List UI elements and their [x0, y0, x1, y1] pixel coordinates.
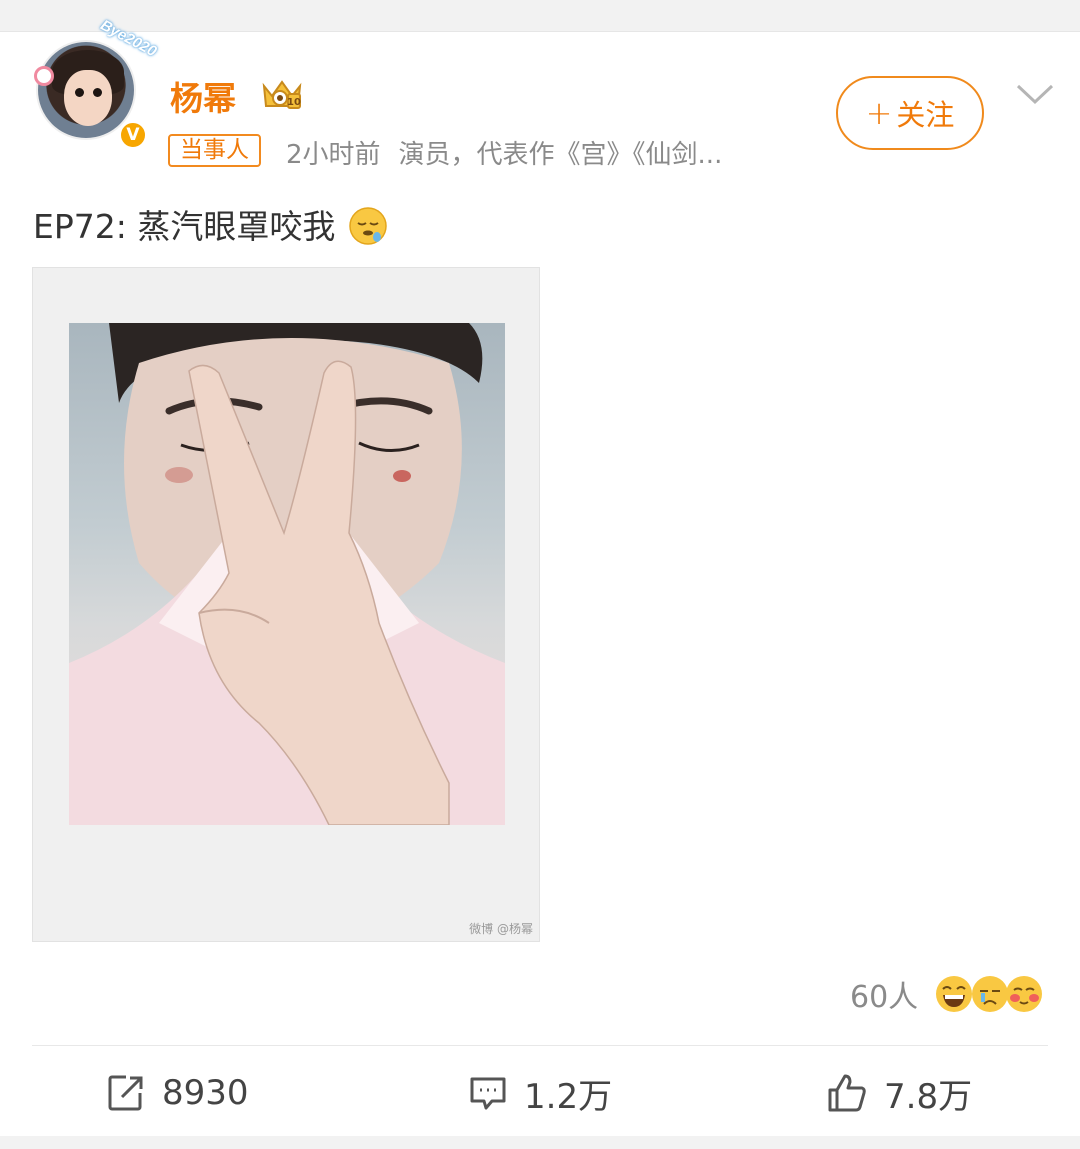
follow-label: 关注 [896, 98, 955, 132]
comment-button[interactable]: 1.2万 [468, 1070, 613, 1117]
post-content: EP72: 蒸汽眼罩咬我 [33, 200, 388, 248]
drool-emoji-icon [349, 207, 387, 245]
comment-icon [470, 1077, 506, 1110]
post-meta: 2小时前 演员，代表作《宫》《仙剑... [286, 134, 722, 171]
blush-emoji-icon [1006, 976, 1043, 1012]
polaroid-photo [69, 323, 505, 825]
post-image[interactable]: 微博 @杨幂 [32, 267, 540, 942]
follow-button[interactable]: + 关注 [836, 76, 984, 150]
photo-illustration [69, 323, 505, 825]
role-tag: 当事人 [168, 134, 261, 167]
chevron-down-icon[interactable] [1014, 80, 1056, 108]
comment-count: 1.2万 [524, 1076, 613, 1117]
reaction-emojis [934, 972, 1044, 1016]
like-count: 7.8万 [884, 1076, 973, 1117]
repost-button[interactable]: 8930 [106, 1070, 249, 1116]
repost-icon [108, 1075, 143, 1111]
post-time: 2小时前 [286, 140, 381, 170]
post-text: EP72: 蒸汽眼罩咬我 [33, 207, 336, 246]
image-watermark: 微博 @杨幂 [469, 922, 533, 936]
avatar-eye-right [93, 88, 102, 97]
svg-text:10: 10 [287, 97, 301, 108]
repost-count: 8930 [162, 1073, 249, 1113]
avatar[interactable]: Bye2020 V [34, 17, 159, 150]
action-divider [32, 1045, 1048, 1046]
reaction-summary[interactable]: 60人 [850, 972, 1044, 1016]
laugh-emoji-icon [936, 976, 973, 1012]
plus-icon: + [865, 94, 893, 132]
verified-badge-icon: V [118, 120, 148, 150]
cry-emoji-icon [972, 976, 1009, 1012]
like-button[interactable]: 7.8万 [826, 1070, 973, 1117]
avatar-decoration-icon [34, 66, 54, 86]
like-icon [828, 1074, 866, 1112]
username[interactable]: 杨幂 [170, 72, 236, 120]
user-description: 演员，代表作《宫》《仙剑... [398, 140, 723, 170]
avatar-face [64, 70, 112, 126]
vip-crown-icon[interactable]: 10 [258, 76, 306, 114]
bottom-spacer [0, 1136, 1080, 1149]
avatar-eye-left [75, 88, 84, 97]
reaction-count: 60人 [850, 980, 919, 1015]
